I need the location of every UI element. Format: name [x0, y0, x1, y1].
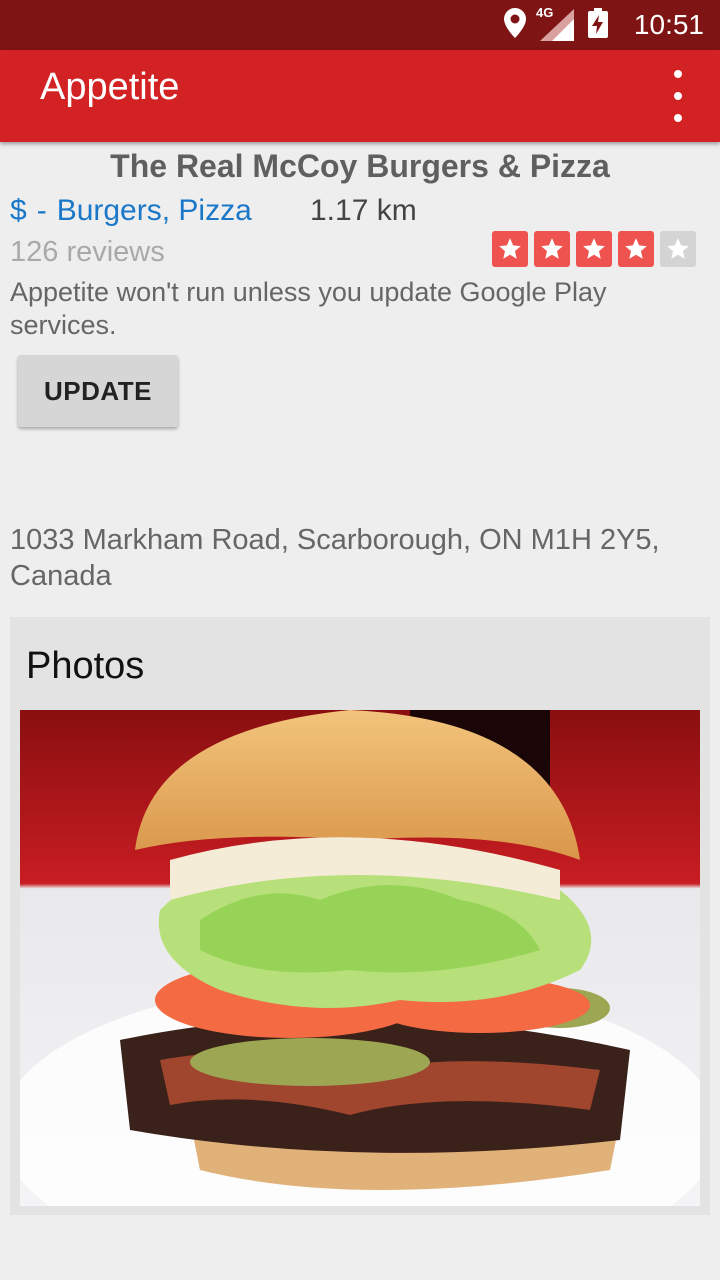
review-count: 126 reviews: [10, 236, 165, 268]
restaurant-address: 1033 Markham Road, Scarborough, ON M1H 2…: [10, 524, 660, 592]
overflow-dot: [674, 70, 682, 78]
meta-separator: -: [36, 194, 47, 227]
burger-photo[interactable]: [20, 710, 700, 1206]
star-filled-icon: [534, 231, 570, 267]
play-services-message: Appetite won't run unless you update Goo…: [10, 277, 607, 340]
overflow-menu-icon[interactable]: [664, 70, 692, 122]
price-level[interactable]: $: [10, 194, 27, 227]
network-type-label: 4G: [536, 5, 554, 20]
categories-link[interactable]: Burgers, Pizza: [57, 194, 252, 227]
restaurant-name: The Real McCoy Burgers & Pizza: [110, 148, 610, 184]
overflow-dot: [674, 114, 682, 122]
photos-title: Photos: [26, 645, 145, 687]
star-filled-icon: [618, 231, 654, 267]
location-icon: [504, 7, 526, 43]
distance: 1.17 km: [310, 194, 417, 227]
status-bar: 4G 10:51: [0, 0, 720, 50]
star-empty-icon: [660, 231, 696, 267]
star-filled-icon: [576, 231, 612, 267]
battery-charging-icon: [588, 7, 608, 43]
star-filled-icon: [492, 231, 528, 267]
star-rating: [492, 231, 696, 267]
status-icons: 4G: [504, 5, 608, 43]
update-button[interactable]: UPDATE: [18, 355, 178, 427]
app-title: Appetite: [40, 66, 180, 108]
app-bar: Appetite: [0, 50, 720, 142]
restaurant-meta: $ - Burgers, Pizza: [10, 194, 252, 228]
overflow-dot: [674, 92, 682, 100]
signal-icon: 4G: [536, 5, 574, 41]
photos-card: Photos: [10, 617, 710, 1215]
status-time: 10:51: [633, 9, 704, 40]
